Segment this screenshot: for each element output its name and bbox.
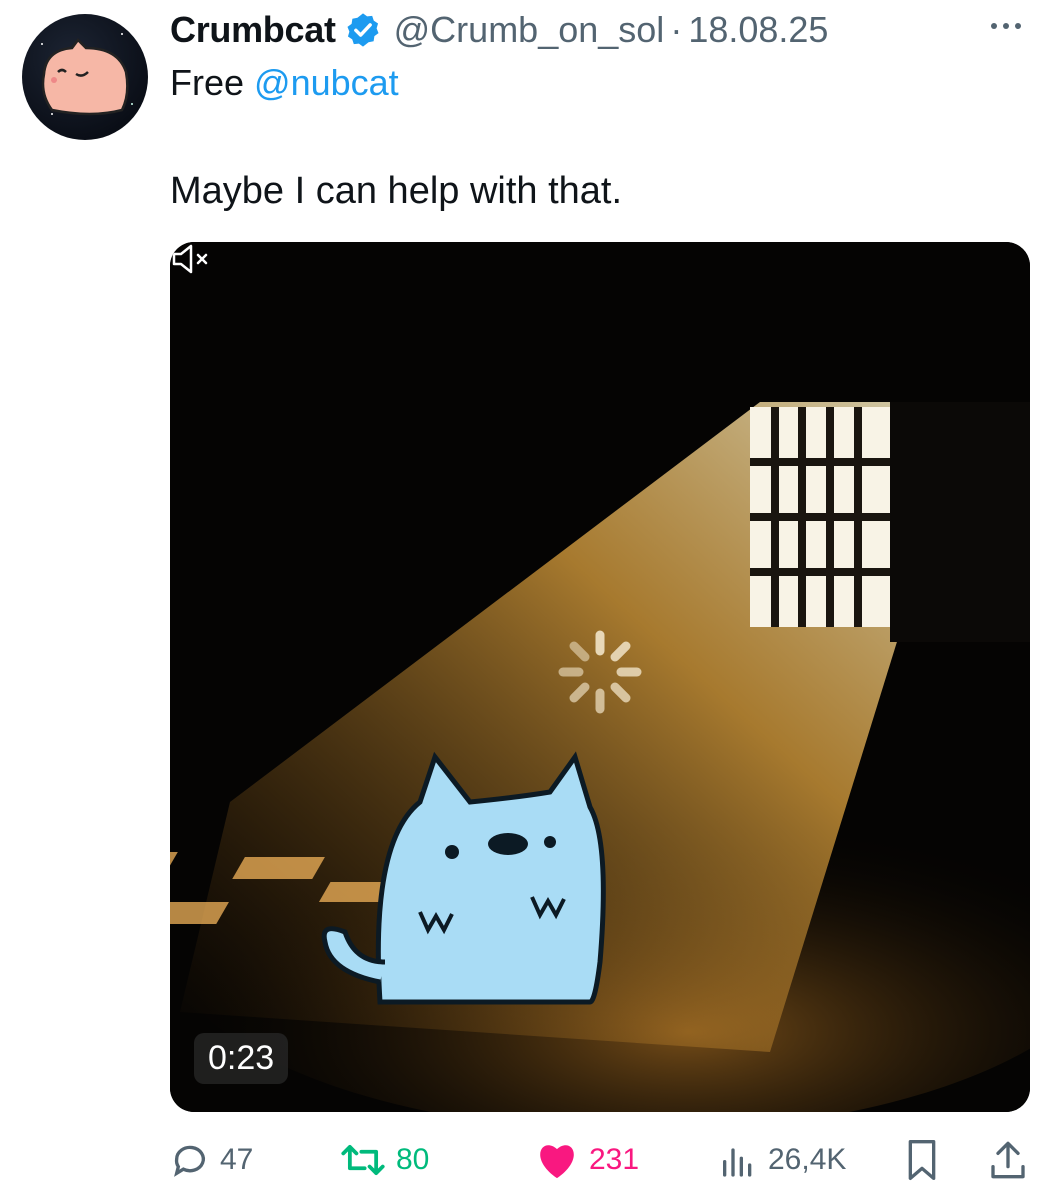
reply-prefix: Free xyxy=(170,62,245,103)
mute-icon[interactable] xyxy=(170,242,210,276)
avatar[interactable] xyxy=(22,14,148,140)
more-icon[interactable] xyxy=(986,16,1026,36)
video-player[interactable]: 0:23 xyxy=(170,242,1030,1112)
bookmark-icon[interactable] xyxy=(902,1138,942,1182)
author-name[interactable]: Crumbcat xyxy=(170,9,336,51)
tweet-date[interactable]: 18.08.25 xyxy=(688,9,828,51)
share-icon[interactable] xyxy=(988,1138,1028,1182)
verified-badge-icon xyxy=(347,13,379,47)
views-icon xyxy=(723,1148,752,1177)
like-count: 231 xyxy=(589,1143,640,1176)
like-icon xyxy=(540,1145,574,1179)
avatar-cat-illustration xyxy=(41,33,133,116)
loading-spinner-icon xyxy=(558,630,642,714)
views-button[interactable]: 26,4K xyxy=(718,1135,846,1185)
repost-icon xyxy=(341,1144,385,1176)
mention-link[interactable]: @nubcat xyxy=(254,62,399,103)
separator-dot: · xyxy=(670,9,683,50)
action-bar: 47 80 231 26,4K xyxy=(170,1135,1030,1185)
reply-context: Free @nubcat xyxy=(170,62,399,104)
reply-button[interactable]: 47 xyxy=(170,1135,253,1185)
like-button[interactable]: 231 xyxy=(535,1135,639,1185)
tweet-header: Crumbcat @Crumb_on_sol · 18.08.25 xyxy=(170,6,828,54)
reply-count: 47 xyxy=(220,1143,254,1176)
reply-icon xyxy=(174,1145,205,1177)
repost-button[interactable]: 80 xyxy=(340,1135,429,1185)
author-handle[interactable]: @Crumb_on_sol xyxy=(394,9,665,51)
video-duration: 0:23 xyxy=(194,1033,289,1084)
tweet-text: Maybe I can help with that. xyxy=(170,170,623,212)
repost-count: 80 xyxy=(396,1143,430,1176)
views-count: 26,4K xyxy=(768,1143,847,1176)
